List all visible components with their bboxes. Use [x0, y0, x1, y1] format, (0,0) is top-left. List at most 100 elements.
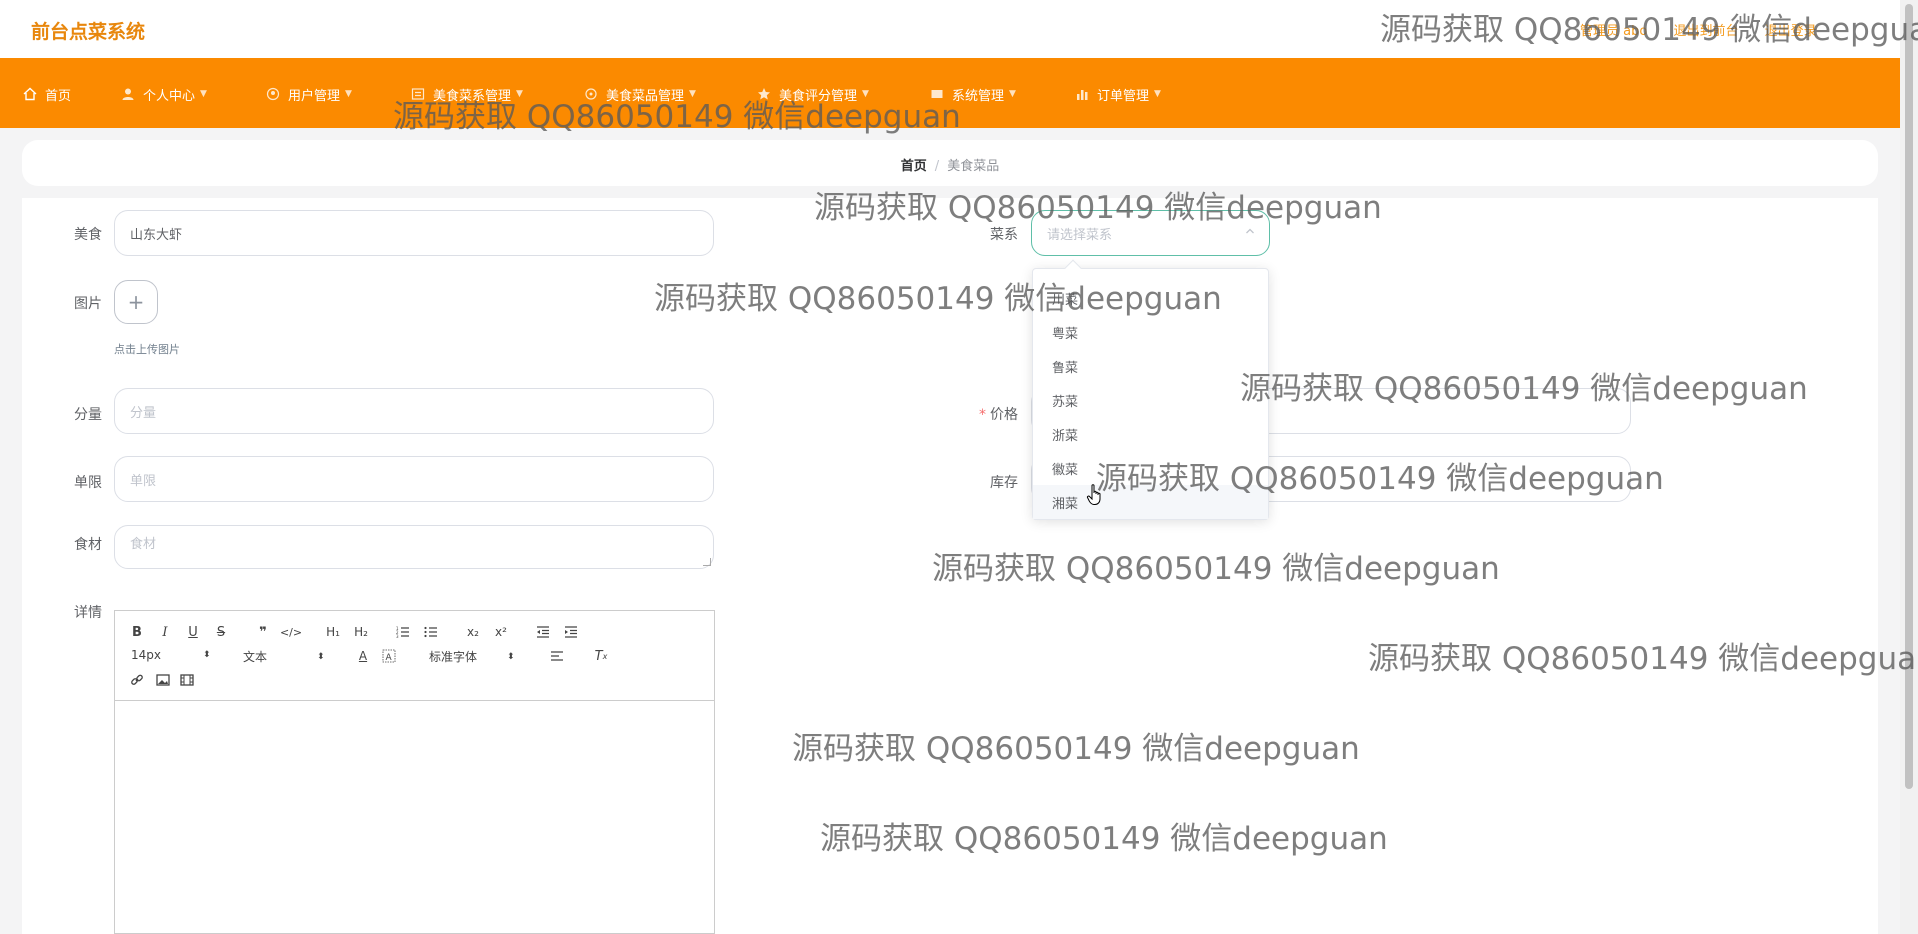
video-icon[interactable]: [177, 671, 197, 689]
cuisine-label: 菜系: [990, 227, 1018, 243]
updown-icon: ⬍: [507, 651, 515, 662]
nav-label: 个人中心: [143, 88, 196, 104]
logout-link[interactable]: 退出登录: [1765, 24, 1817, 39]
dropdown-option[interactable]: 浙菜: [1033, 417, 1268, 451]
home-icon: [22, 87, 37, 102]
upload-tip: 点击上传图片: [114, 343, 180, 356]
nav-item-cuisine-management[interactable]: 美食菜系管理 ▼: [410, 84, 523, 104]
nav-label: 美食菜系管理: [433, 88, 512, 104]
nav-item-system-management[interactable]: 系统管理 ▼: [929, 84, 1016, 104]
chevron-down-icon: ▼: [345, 89, 352, 99]
link-icon[interactable]: [127, 671, 147, 689]
image-icon[interactable]: [153, 671, 173, 689]
cuisine-select-placeholder: 请选择菜系: [1047, 227, 1113, 243]
dropdown-option-hovered[interactable]: 湘菜: [1033, 485, 1268, 519]
nav-item-user-management[interactable]: 用户管理 ▼: [265, 84, 352, 104]
h2-button[interactable]: H₂: [351, 623, 371, 641]
strike-button[interactable]: S: [211, 623, 231, 641]
dropdown-option[interactable]: 粤菜: [1033, 315, 1268, 349]
font-size-value: 14px: [131, 648, 161, 662]
font-color-icon[interactable]: A: [353, 647, 373, 665]
hand-pointer-icon: [1086, 484, 1104, 510]
chevron-down-icon: ▼: [862, 89, 869, 99]
chevron-down-icon: ▼: [1009, 89, 1016, 99]
portion-input[interactable]: 分量: [114, 388, 714, 434]
scrollbar-thumb[interactable]: [1905, 4, 1913, 789]
bullet-list-icon[interactable]: [421, 623, 441, 641]
font-family-select[interactable]: 标准字体 ⬍: [429, 648, 515, 665]
main-navbar: 首页 个人中心 ▼ 用户管理 ▼ 美食菜系管理 ▼ 美食菜品管理 ▼ 美食评分管…: [0, 58, 1900, 128]
current-user-link[interactable]: 管理员 abo: [1580, 24, 1647, 39]
code-icon[interactable]: </>: [280, 623, 302, 641]
app-title: 前台点菜系统: [31, 21, 146, 43]
chevron-down-icon: ▼: [1154, 89, 1161, 99]
food-input[interactable]: 山东大虾: [114, 210, 714, 256]
nav-item-order-management[interactable]: 订单管理 ▼: [1074, 84, 1161, 104]
nav-item-home[interactable]: 首页: [22, 84, 71, 104]
plus-icon: +: [127, 290, 145, 314]
exit-to-frontend-link[interactable]: 退出到前台: [1673, 24, 1738, 39]
breadcrumb-current: 美食菜品: [947, 159, 1000, 174]
ordered-list-icon[interactable]: 123: [393, 623, 413, 641]
breadcrumb-home[interactable]: 首页: [901, 159, 927, 174]
underline-button[interactable]: U: [183, 623, 203, 641]
page-scrollbar[interactable]: [1900, 0, 1918, 934]
font-size-select[interactable]: 14px ⬍: [131, 648, 211, 662]
users-icon: [265, 87, 280, 102]
dropdown-option[interactable]: 徽菜: [1033, 451, 1268, 485]
chevron-down-icon: ▼: [200, 89, 207, 99]
dropdown-option[interactable]: 鲁菜: [1033, 349, 1268, 383]
updown-icon: ⬍: [203, 650, 211, 660]
svg-text:A: A: [386, 653, 393, 663]
svg-text:3: 3: [396, 634, 399, 638]
limit-input[interactable]: 单限: [114, 456, 714, 502]
editor-toolbar: B I U S ❞ </> H₁ H₂ 123 x₂ x² 14px ⬍ 文本 ⬍ …: [115, 611, 714, 701]
ingredients-textarea[interactable]: 食材: [114, 525, 714, 569]
editor-content-area[interactable]: [115, 701, 714, 933]
price-label: * 价格: [958, 404, 1018, 424]
align-icon[interactable]: [547, 647, 567, 665]
stock-label: 库存: [990, 475, 1018, 491]
superscript-button[interactable]: x²: [491, 623, 511, 641]
dish-icon: [583, 87, 598, 102]
bold-button[interactable]: B: [127, 623, 147, 641]
nav-label: 系统管理: [952, 88, 1005, 104]
nav-label: 美食菜品管理: [606, 88, 685, 104]
blockquote-icon[interactable]: ❞: [253, 623, 273, 641]
chevron-down-icon: ▼: [689, 89, 696, 99]
chart-icon: [1074, 87, 1089, 102]
nav-item-personal-center[interactable]: 个人中心 ▼: [120, 84, 207, 104]
nav-item-dish-management[interactable]: 美食菜品管理 ▼: [583, 84, 696, 104]
font-family-value: 标准字体: [429, 650, 478, 664]
nav-label: 订单管理: [1097, 88, 1150, 104]
user-icon: [120, 87, 135, 102]
cuisine-select[interactable]: 请选择菜系: [1031, 210, 1270, 256]
outdent-icon[interactable]: [533, 623, 553, 641]
resize-handle[interactable]: [703, 558, 711, 566]
top-links: 管理员 abo 退出到前台 退出登录: [1580, 20, 1839, 39]
nav-item-rating-management[interactable]: 美食评分管理 ▼: [756, 84, 869, 104]
chevron-up-icon: [1245, 225, 1255, 239]
limit-label: 单限: [74, 475, 102, 491]
dropdown-option[interactable]: 苏菜: [1033, 383, 1268, 417]
updown-icon: ⬍: [317, 651, 325, 662]
nav-label: 首页: [45, 88, 72, 104]
upload-button[interactable]: +: [114, 280, 158, 324]
required-mark: *: [979, 407, 986, 423]
chevron-down-icon: ▼: [516, 89, 523, 99]
indent-icon[interactable]: [561, 623, 581, 641]
dropdown-option[interactable]: 川菜: [1033, 281, 1268, 315]
breadcrumb-card: 首页 / 美食菜品: [22, 140, 1878, 186]
text-type-select[interactable]: 文本 ⬍: [243, 648, 325, 665]
nav-label: 美食评分管理: [779, 88, 858, 104]
settings-icon: [929, 87, 944, 102]
star-icon: [756, 87, 771, 102]
top-header: 前台点菜系统 管理员 abo 退出到前台 退出登录: [0, 0, 1900, 58]
clear-format-icon[interactable]: Tx: [591, 647, 611, 665]
h1-button[interactable]: H₁: [323, 623, 343, 641]
nav-label: 用户管理: [288, 88, 341, 104]
breadcrumb: 首页 / 美食菜品: [22, 155, 1878, 174]
background-color-icon[interactable]: A: [379, 647, 399, 665]
subscript-button[interactable]: x₂: [463, 623, 483, 641]
italic-button[interactable]: I: [155, 623, 175, 641]
